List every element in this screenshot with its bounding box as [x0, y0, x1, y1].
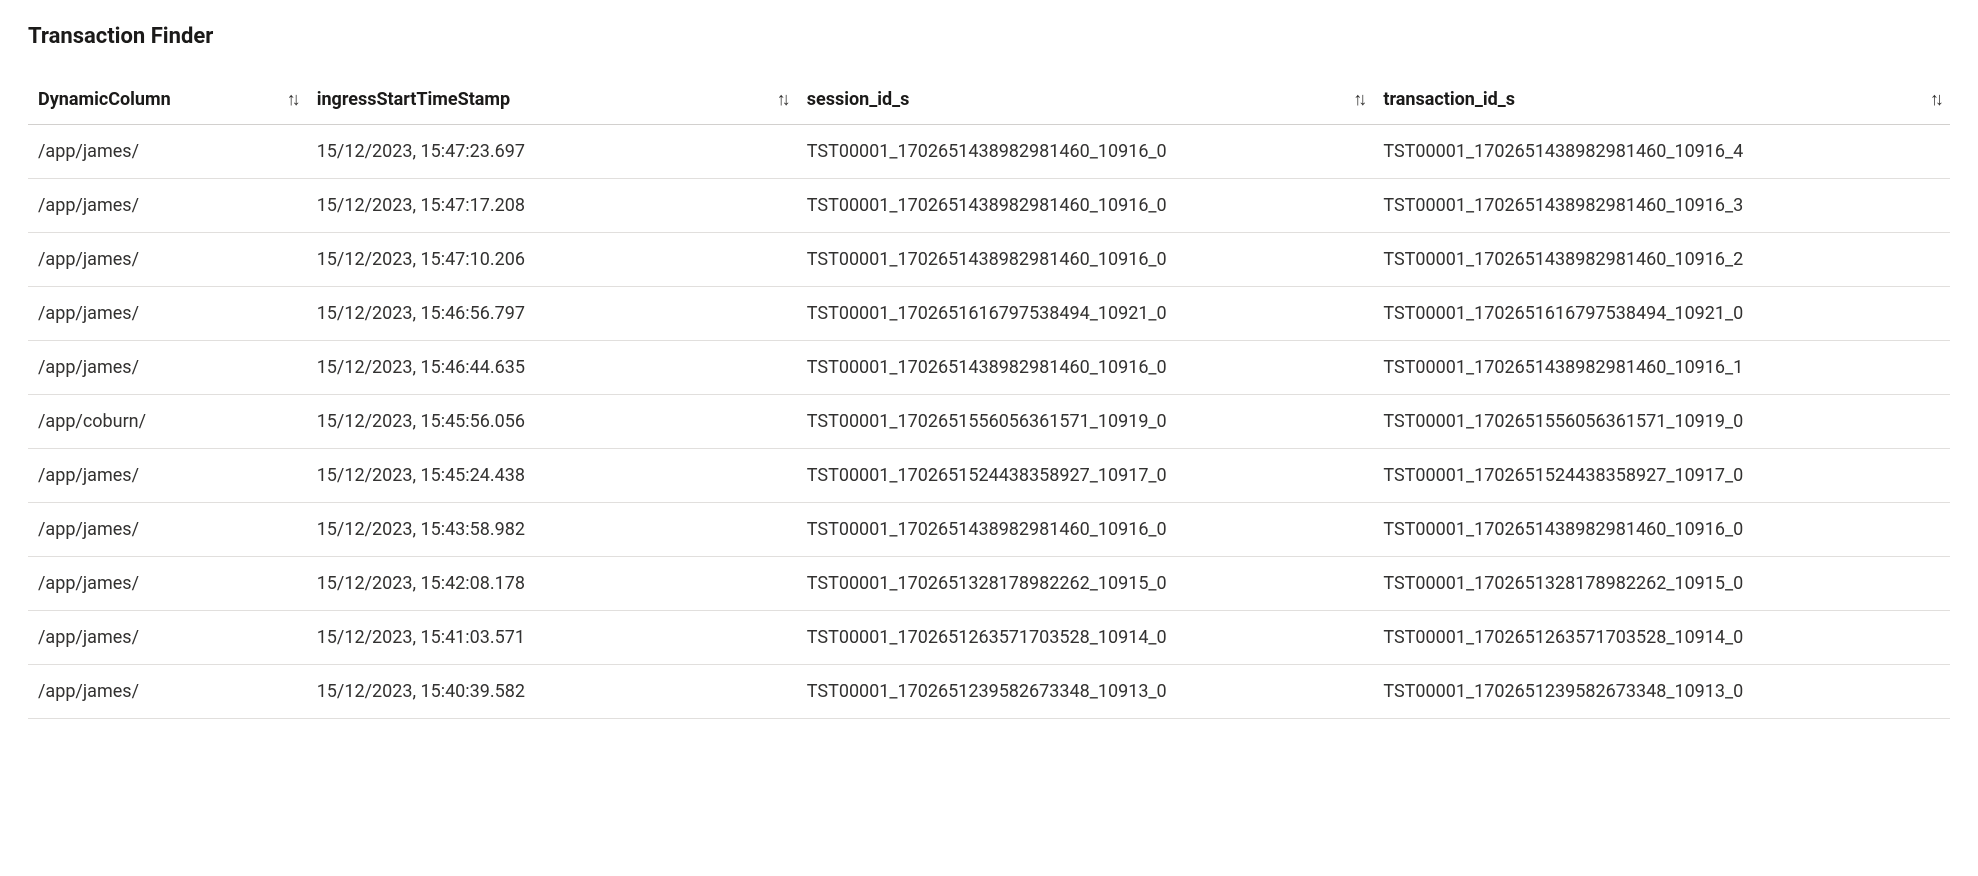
table-row[interactable]: /app/james/15/12/2023, 15:47:17.208TST00…: [28, 179, 1950, 233]
col-header-dynamic[interactable]: DynamicColumn ↑↓: [28, 77, 307, 125]
col-header-ingress[interactable]: ingressStartTimeStamp ↑↓: [307, 77, 797, 125]
cell-ingress: 15/12/2023, 15:42:08.178: [307, 557, 797, 611]
col-header-ingress-label: ingressStartTimeStamp: [317, 89, 510, 110]
table-row[interactable]: /app/james/15/12/2023, 15:46:56.797TST00…: [28, 287, 1950, 341]
cell-session: TST00001_1702651616797538494_10921_0: [797, 287, 1374, 341]
cell-session: TST00001_1702651328178982262_10915_0: [797, 557, 1374, 611]
cell-ingress: 15/12/2023, 15:46:56.797: [307, 287, 797, 341]
cell-session: TST00001_1702651263571703528_10914_0: [797, 611, 1374, 665]
cell-ingress: 15/12/2023, 15:47:10.206: [307, 233, 797, 287]
cell-dynamic: /app/james/: [28, 125, 307, 179]
cell-session: TST00001_1702651438982981460_10916_0: [797, 341, 1374, 395]
cell-transaction: TST00001_1702651438982981460_10916_1: [1373, 341, 1950, 395]
cell-session: TST00001_1702651438982981460_10916_0: [797, 179, 1374, 233]
table-row[interactable]: /app/james/15/12/2023, 15:45:24.438TST00…: [28, 449, 1950, 503]
cell-transaction: TST00001_1702651438982981460_10916_2: [1373, 233, 1950, 287]
cell-ingress: 15/12/2023, 15:46:44.635: [307, 341, 797, 395]
cell-transaction: TST00001_1702651438982981460_10916_3: [1373, 179, 1950, 233]
cell-ingress: 15/12/2023, 15:43:58.982: [307, 503, 797, 557]
cell-dynamic: /app/james/: [28, 503, 307, 557]
cell-transaction: TST00001_1702651524438358927_10917_0: [1373, 449, 1950, 503]
cell-ingress: 15/12/2023, 15:45:24.438: [307, 449, 797, 503]
sort-icon[interactable]: ↑↓: [1930, 91, 1940, 109]
transaction-table: DynamicColumn ↑↓ ingressStartTimeStamp ↑…: [28, 77, 1950, 719]
cell-transaction: TST00001_1702651438982981460_10916_4: [1373, 125, 1950, 179]
cell-transaction: TST00001_1702651616797538494_10921_0: [1373, 287, 1950, 341]
col-header-dynamic-label: DynamicColumn: [38, 89, 171, 110]
col-header-transaction[interactable]: transaction_id_s ↑↓: [1373, 77, 1950, 125]
cell-transaction: TST00001_1702651556056361571_10919_0: [1373, 395, 1950, 449]
cell-session: TST00001_1702651556056361571_10919_0: [797, 395, 1374, 449]
table-row[interactable]: /app/james/15/12/2023, 15:47:23.697TST00…: [28, 125, 1950, 179]
cell-ingress: 15/12/2023, 15:41:03.571: [307, 611, 797, 665]
cell-transaction: TST00001_1702651328178982262_10915_0: [1373, 557, 1950, 611]
col-header-session[interactable]: session_id_s ↑↓: [797, 77, 1374, 125]
cell-dynamic: /app/james/: [28, 341, 307, 395]
table-body: /app/james/15/12/2023, 15:47:23.697TST00…: [28, 125, 1950, 719]
cell-session: TST00001_1702651524438358927_10917_0: [797, 449, 1374, 503]
cell-dynamic: /app/james/: [28, 449, 307, 503]
cell-session: TST00001_1702651438982981460_10916_0: [797, 233, 1374, 287]
cell-ingress: 15/12/2023, 15:40:39.582: [307, 665, 797, 719]
table-row[interactable]: /app/james/15/12/2023, 15:43:58.982TST00…: [28, 503, 1950, 557]
table-header-row: DynamicColumn ↑↓ ingressStartTimeStamp ↑…: [28, 77, 1950, 125]
cell-transaction: TST00001_1702651263571703528_10914_0: [1373, 611, 1950, 665]
col-header-session-label: session_id_s: [807, 89, 910, 110]
cell-ingress: 15/12/2023, 15:47:23.697: [307, 125, 797, 179]
cell-session: TST00001_1702651239582673348_10913_0: [797, 665, 1374, 719]
cell-dynamic: /app/james/: [28, 233, 307, 287]
sort-icon[interactable]: ↑↓: [1353, 91, 1363, 109]
cell-transaction: TST00001_1702651438982981460_10916_0: [1373, 503, 1950, 557]
cell-session: TST00001_1702651438982981460_10916_0: [797, 125, 1374, 179]
sort-icon[interactable]: ↑↓: [777, 91, 787, 109]
cell-dynamic: /app/james/: [28, 557, 307, 611]
cell-dynamic: /app/coburn/: [28, 395, 307, 449]
cell-session: TST00001_1702651438982981460_10916_0: [797, 503, 1374, 557]
table-row[interactable]: /app/james/15/12/2023, 15:47:10.206TST00…: [28, 233, 1950, 287]
cell-ingress: 15/12/2023, 15:45:56.056: [307, 395, 797, 449]
cell-transaction: TST00001_1702651239582673348_10913_0: [1373, 665, 1950, 719]
cell-dynamic: /app/james/: [28, 287, 307, 341]
table-row[interactable]: /app/james/15/12/2023, 15:41:03.571TST00…: [28, 611, 1950, 665]
page-title: Transaction Finder: [28, 24, 1950, 49]
table-row[interactable]: /app/james/15/12/2023, 15:42:08.178TST00…: [28, 557, 1950, 611]
table-row[interactable]: /app/coburn/15/12/2023, 15:45:56.056TST0…: [28, 395, 1950, 449]
sort-icon[interactable]: ↑↓: [287, 91, 297, 109]
cell-dynamic: /app/james/: [28, 665, 307, 719]
table-row[interactable]: /app/james/15/12/2023, 15:40:39.582TST00…: [28, 665, 1950, 719]
table-row[interactable]: /app/james/15/12/2023, 15:46:44.635TST00…: [28, 341, 1950, 395]
cell-dynamic: /app/james/: [28, 179, 307, 233]
col-header-transaction-label: transaction_id_s: [1383, 89, 1515, 110]
cell-ingress: 15/12/2023, 15:47:17.208: [307, 179, 797, 233]
cell-dynamic: /app/james/: [28, 611, 307, 665]
